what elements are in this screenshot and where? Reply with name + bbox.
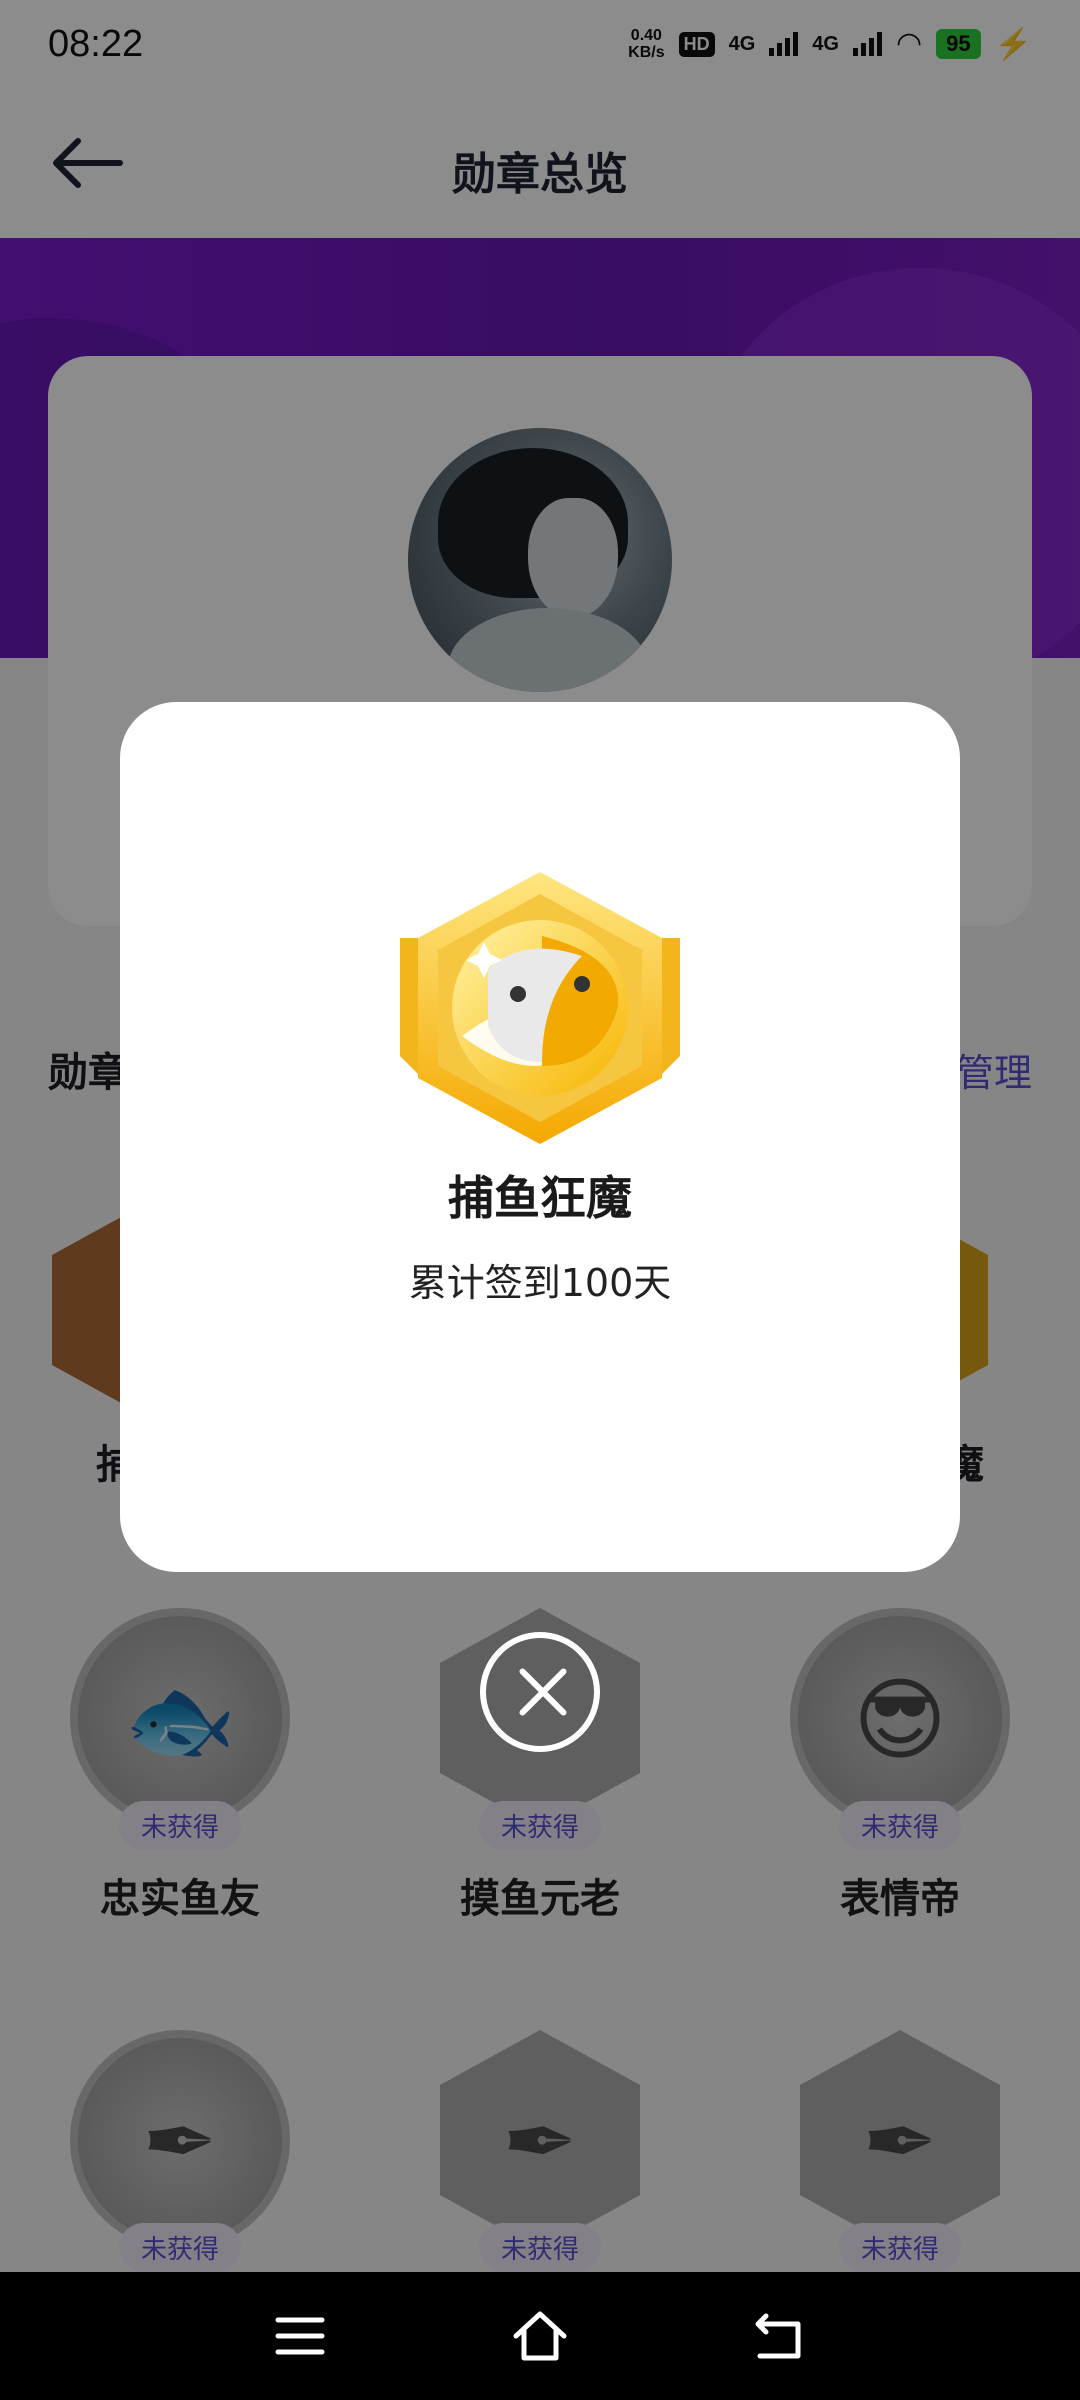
close-button[interactable] (480, 1632, 600, 1752)
modal-badge-name: 捕鱼狂魔 (448, 1171, 632, 1225)
fish-catcher-badge-icon (400, 872, 680, 1144)
menu-icon[interactable] (270, 2306, 330, 2366)
badge-detail-modal: 捕鱼狂魔 累计签到100天 (120, 702, 960, 1572)
system-navigation-bar (0, 2272, 1080, 2400)
home-icon[interactable] (510, 2306, 570, 2366)
back-icon[interactable] (750, 2306, 810, 2366)
modal-badge-description: 累计签到100天 (408, 1261, 672, 1305)
